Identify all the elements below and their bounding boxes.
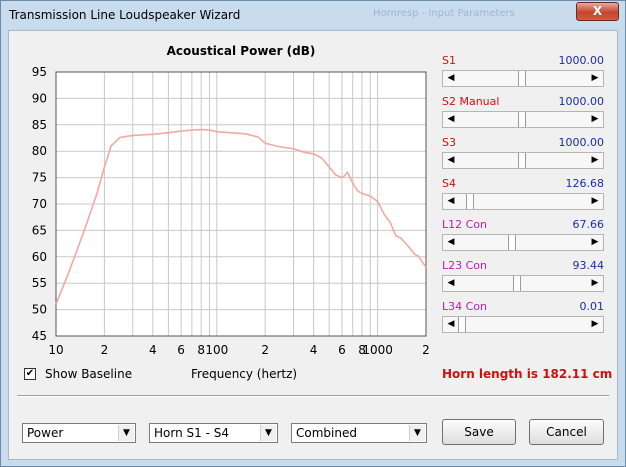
y-tick-label: 95 (32, 65, 47, 79)
y-tick-label: 50 (32, 303, 47, 317)
slider-value: 0.01 (579, 300, 605, 313)
slider-thumb[interactable] (458, 317, 466, 332)
response-mode-value: Combined (296, 426, 357, 440)
x-tick-label: 2 (101, 343, 109, 357)
x-axis-title: Frequency (hertz) (191, 367, 298, 381)
parameter-slider[interactable]: ◀ ▶ (442, 152, 604, 169)
show-baseline-label[interactable]: Show Baseline (45, 367, 132, 381)
slider-label: L23 Con (442, 259, 488, 272)
x-tick-label: 2 (261, 343, 269, 357)
x-tick-label: 4 (149, 343, 157, 357)
x-tick-label: 1000 (362, 343, 393, 357)
save-button[interactable]: Save (442, 419, 516, 445)
slider-thumb[interactable] (466, 194, 475, 209)
parameter-slider[interactable]: ◀ ▶ (442, 275, 604, 292)
arrow-left-icon[interactable]: ◀ (444, 235, 458, 250)
slider-thumb[interactable] (518, 153, 526, 168)
y-tick-label: 65 (32, 223, 47, 237)
x-tick-label: 2 (422, 343, 430, 357)
chart-title: Acoustical Power (dB) (167, 44, 316, 58)
chart-type-select[interactable]: Power ▼ (22, 423, 136, 443)
slider-thumb[interactable] (518, 71, 526, 86)
window-title: Transmission Line Loudspeaker Wizard (9, 8, 241, 22)
slider-label: L12 Con (442, 218, 488, 231)
y-tick-label: 90 (32, 91, 47, 105)
arrow-left-icon[interactable]: ◀ (444, 194, 458, 209)
horn-segment-select[interactable]: Horn S1 - S4 ▼ (149, 423, 278, 443)
arrow-left-icon[interactable]: ◀ (444, 153, 458, 168)
arrow-right-icon[interactable]: ▶ (588, 194, 602, 209)
check-mark-icon: ✔ (25, 368, 35, 379)
y-tick-label: 60 (32, 250, 47, 264)
x-tick-label: 6 (177, 343, 185, 357)
chevron-down-icon[interactable]: ▼ (260, 425, 276, 441)
parameter-slider[interactable]: ◀ ▶ (442, 316, 604, 333)
wizard-window: Transmission Line Loudspeaker Wizard Hor… (0, 0, 626, 467)
arrow-left-icon[interactable]: ◀ (444, 71, 458, 86)
slider-value: 1000.00 (558, 54, 605, 67)
y-tick-label: 80 (32, 144, 47, 158)
arrow-right-icon[interactable]: ▶ (588, 71, 602, 86)
horn-length-text: Horn length is 182.11 cm (442, 367, 613, 381)
arrow-right-icon[interactable]: ▶ (588, 317, 602, 332)
slider-value: 1000.00 (558, 136, 605, 149)
slider-label: S3 (442, 136, 456, 149)
parameter-slider[interactable]: ◀ ▶ (442, 234, 604, 251)
arrow-left-icon[interactable]: ◀ (444, 317, 458, 332)
slider-value: 126.68 (565, 177, 605, 190)
slider-value: 1000.00 (558, 95, 605, 108)
slider-label: S1 (442, 54, 456, 67)
x-tick-label: 8 (197, 343, 205, 357)
y-tick-label: 55 (32, 276, 47, 290)
slider-label: S4 (442, 177, 456, 190)
show-baseline-checkbox[interactable]: ✔ (24, 368, 36, 380)
slider-value: 67.66 (572, 218, 605, 231)
arrow-left-icon[interactable]: ◀ (444, 112, 458, 127)
parameter-slider[interactable]: ◀ ▶ (442, 193, 604, 210)
slider-thumb[interactable] (513, 276, 522, 291)
slider-label: S2 Manual (442, 95, 500, 108)
parameter-slider[interactable]: ◀ ▶ (442, 111, 604, 128)
x-tick-label: 4 (310, 343, 318, 357)
y-tick-label: 70 (32, 197, 47, 211)
arrow-right-icon[interactable]: ▶ (588, 153, 602, 168)
x-tick-label: 10 (48, 343, 63, 357)
title-bar[interactable]: Transmission Line Loudspeaker Wizard Hor… (1, 1, 625, 29)
response-mode-select[interactable]: Combined ▼ (291, 423, 427, 443)
close-button[interactable]: X (576, 2, 619, 21)
chevron-down-icon[interactable]: ▼ (409, 425, 425, 441)
x-tick-label: 6 (338, 343, 346, 357)
y-tick-label: 85 (32, 118, 47, 132)
dialog-client-area: 95 90 85 80 75 70 65 60 55 50 45 10 2 4 6 8 100 2 4 6 8 1000 2… (8, 30, 618, 460)
x-tick-label: 100 (205, 343, 228, 357)
arrow-right-icon[interactable]: ▶ (588, 276, 602, 291)
slider-thumb[interactable] (508, 235, 517, 250)
y-tick-label: 45 (32, 329, 47, 343)
arrow-right-icon[interactable]: ▶ (588, 235, 602, 250)
arrow-left-icon[interactable]: ◀ (444, 276, 458, 291)
horn-segment-value: Horn S1 - S4 (154, 426, 229, 440)
separator (17, 395, 609, 397)
power-chart: 959085807570656055504510 2 4 6 8 100 2 4 6 81000 2… (32, 44, 430, 357)
cancel-button[interactable]: Cancel (529, 419, 604, 445)
arrow-right-icon[interactable]: ▶ (588, 112, 602, 127)
chevron-down-icon[interactable]: ▼ (118, 425, 134, 441)
parameter-slider[interactable]: ◀ ▶ (442, 70, 604, 87)
chart-type-value: Power (27, 426, 64, 440)
y-tick-label: 75 (32, 171, 47, 185)
background-window-title: Hornresp - Input Parameters (373, 8, 515, 19)
slider-thumb[interactable] (518, 112, 526, 127)
slider-label: L34 Con (442, 300, 488, 313)
slider-value: 93.44 (572, 259, 605, 272)
